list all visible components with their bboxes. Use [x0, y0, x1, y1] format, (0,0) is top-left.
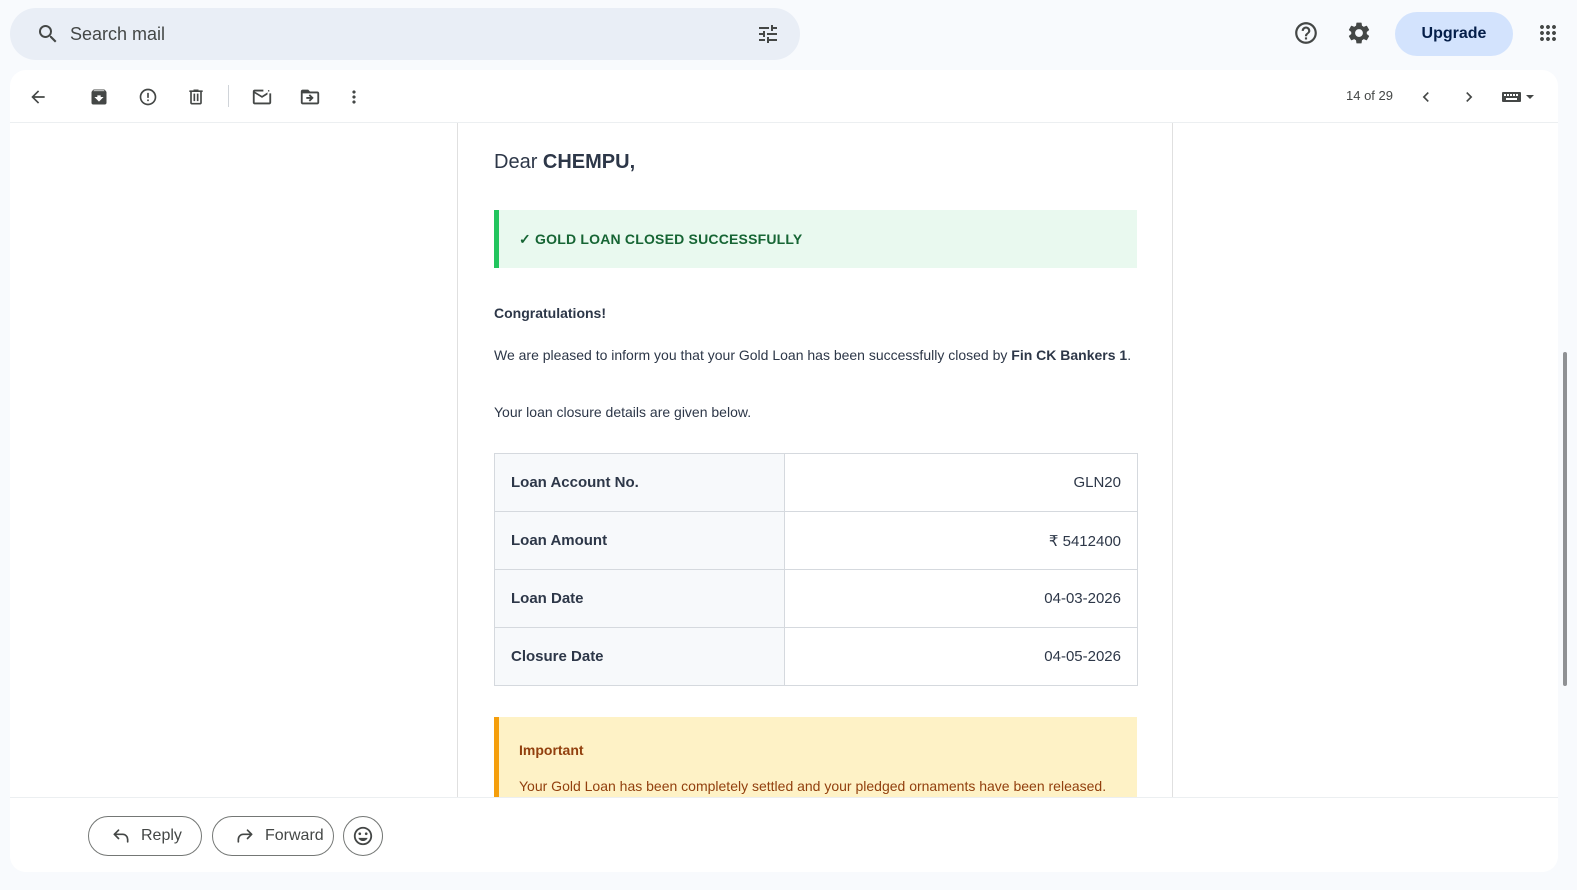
- important-title: Important: [519, 742, 584, 758]
- detail-value: ₹ 5412400: [784, 511, 1138, 570]
- mark-unread-icon: [252, 89, 272, 105]
- table-row: Closure Date 04-05-2026: [494, 627, 1138, 686]
- delete-button[interactable]: [182, 83, 210, 111]
- chevron-right-icon: [1466, 92, 1473, 102]
- mark-unread-button[interactable]: [248, 83, 276, 111]
- report-spam-button[interactable]: [134, 83, 162, 111]
- email-body: Dear CHEMPU, ✓ GOLD LOAN CLOSED SUCCESSF…: [494, 123, 1138, 797]
- success-banner: ✓ GOLD LOAN CLOSED SUCCESSFULLY: [494, 210, 1137, 268]
- reply-label: Reply: [141, 827, 182, 844]
- forward-button[interactable]: Forward: [212, 816, 334, 856]
- report-spam-icon: [139, 88, 157, 106]
- content-divider-right: [1172, 123, 1173, 797]
- back-button[interactable]: [24, 83, 52, 111]
- move-to-button[interactable]: [296, 83, 324, 111]
- content-divider-left: [457, 123, 458, 797]
- important-text: Your Gold Loan has been completely settl…: [519, 778, 1107, 794]
- move-to-folder-icon: [300, 89, 320, 105]
- detail-label: Loan Account No.: [494, 453, 785, 512]
- greeting: Dear CHEMPU,: [494, 151, 635, 174]
- greeting-prefix: Dear: [494, 151, 543, 173]
- success-banner-text: ✓ GOLD LOAN CLOSED SUCCESSFULLY: [519, 231, 803, 247]
- upgrade-button[interactable]: Upgrade: [1395, 12, 1513, 56]
- intro-end: .: [1127, 347, 1132, 363]
- more-vert-icon: [352, 90, 356, 104]
- search-icon[interactable]: [36, 22, 60, 46]
- apps-grid-icon[interactable]: [1536, 21, 1560, 45]
- greeting-suffix: ,: [629, 151, 636, 173]
- recipient-name: CHEMPU: [542, 151, 630, 173]
- archive-button[interactable]: [85, 83, 113, 111]
- message-counter: 14 of 29: [1346, 88, 1393, 103]
- loan-details-table: Loan Account No. GLN20 Loan Amount ₹ 541…: [494, 453, 1138, 686]
- search-bar[interactable]: [10, 8, 800, 60]
- toolbar-divider: [228, 85, 229, 107]
- search-input[interactable]: [68, 8, 728, 60]
- help-icon[interactable]: [1293, 20, 1319, 46]
- newer-button[interactable]: [1412, 83, 1440, 111]
- keyboard-icon: [1502, 92, 1534, 102]
- forward-label: Forward: [265, 827, 324, 844]
- reply-bar: Reply Forward: [10, 797, 1558, 872]
- detail-label: Closure Date: [494, 627, 785, 686]
- intro-text: We are pleased to inform you that your G…: [494, 347, 1012, 363]
- top-bar: Upgrade: [0, 0, 1577, 68]
- settings-gear-icon[interactable]: [1346, 20, 1372, 46]
- table-row: Loan Account No. GLN20: [494, 453, 1138, 512]
- message-toolbar: 14 of 29: [10, 70, 1558, 123]
- congrats-heading: Congratulations!: [494, 305, 606, 321]
- smiley-icon: [353, 826, 373, 846]
- message-panel: 14 of 29 Dear CHEMPU, ✓ GOLD LOAN CLOSED…: [10, 70, 1558, 872]
- bank-name: Fin CK Bankers 1: [1011, 347, 1128, 363]
- forward-icon: [237, 829, 253, 843]
- important-notice: Important Your Gold Loan has been comple…: [494, 717, 1137, 797]
- emoji-reaction-button[interactable]: [343, 816, 383, 856]
- details-intro: Your loan closure details are given belo…: [494, 404, 752, 420]
- more-options-button[interactable]: [340, 83, 368, 111]
- detail-label: Loan Amount: [494, 511, 785, 570]
- scrollbar[interactable]: [1563, 352, 1567, 686]
- trash-icon: [189, 89, 203, 105]
- archive-icon: [91, 89, 107, 105]
- reply-button[interactable]: Reply: [88, 816, 202, 856]
- search-options-icon[interactable]: [756, 22, 780, 46]
- reply-icon: [113, 829, 129, 843]
- arrow-back-icon: [31, 90, 45, 104]
- chevron-left-icon: [1422, 92, 1429, 102]
- detail-label: Loan Date: [494, 569, 785, 628]
- table-row: Loan Amount ₹ 5412400: [494, 511, 1138, 570]
- older-button[interactable]: [1455, 83, 1483, 111]
- intro-paragraph: We are pleased to inform you that your G…: [494, 343, 1137, 367]
- input-tools-button[interactable]: [1498, 83, 1538, 111]
- detail-value: GLN20: [784, 453, 1138, 512]
- detail-value: 04-05-2026: [784, 627, 1138, 686]
- detail-value: 04-03-2026: [784, 569, 1138, 628]
- table-row: Loan Date 04-03-2026: [494, 569, 1138, 628]
